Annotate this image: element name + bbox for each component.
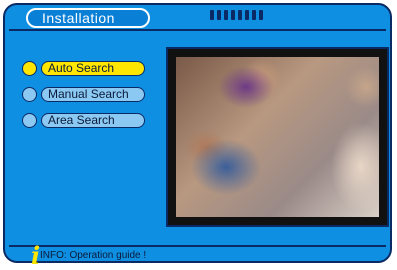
menu-item-manual-search[interactable]: Manual Search [22, 86, 145, 103]
menu-item-label[interactable]: Auto Search [41, 61, 145, 76]
signal-bar [245, 10, 249, 20]
header-divider [9, 29, 386, 31]
footer-divider [9, 245, 386, 247]
radio-icon[interactable] [22, 87, 37, 102]
radio-icon[interactable] [22, 113, 37, 128]
signal-bar [217, 10, 221, 20]
menu-item-label[interactable]: Area Search [41, 113, 145, 128]
signal-bar [252, 10, 256, 20]
menu-item-auto-search[interactable]: Auto Search [22, 60, 145, 77]
signal-bar [231, 10, 235, 20]
signal-indicator [210, 10, 263, 22]
radio-selected-icon[interactable] [22, 61, 37, 76]
info-text: INFO: Operation guide ! [40, 250, 147, 261]
menu-item-area-search[interactable]: Area Search [22, 112, 145, 129]
video-preview [166, 47, 389, 227]
signal-bar [238, 10, 242, 20]
preview-image [176, 57, 379, 217]
signal-bar [210, 10, 214, 20]
info-icon: i [31, 241, 41, 270]
page-title: Installation [26, 8, 150, 28]
signal-bar [259, 10, 263, 20]
signal-bar [224, 10, 228, 20]
menu-item-label[interactable]: Manual Search [41, 87, 145, 102]
